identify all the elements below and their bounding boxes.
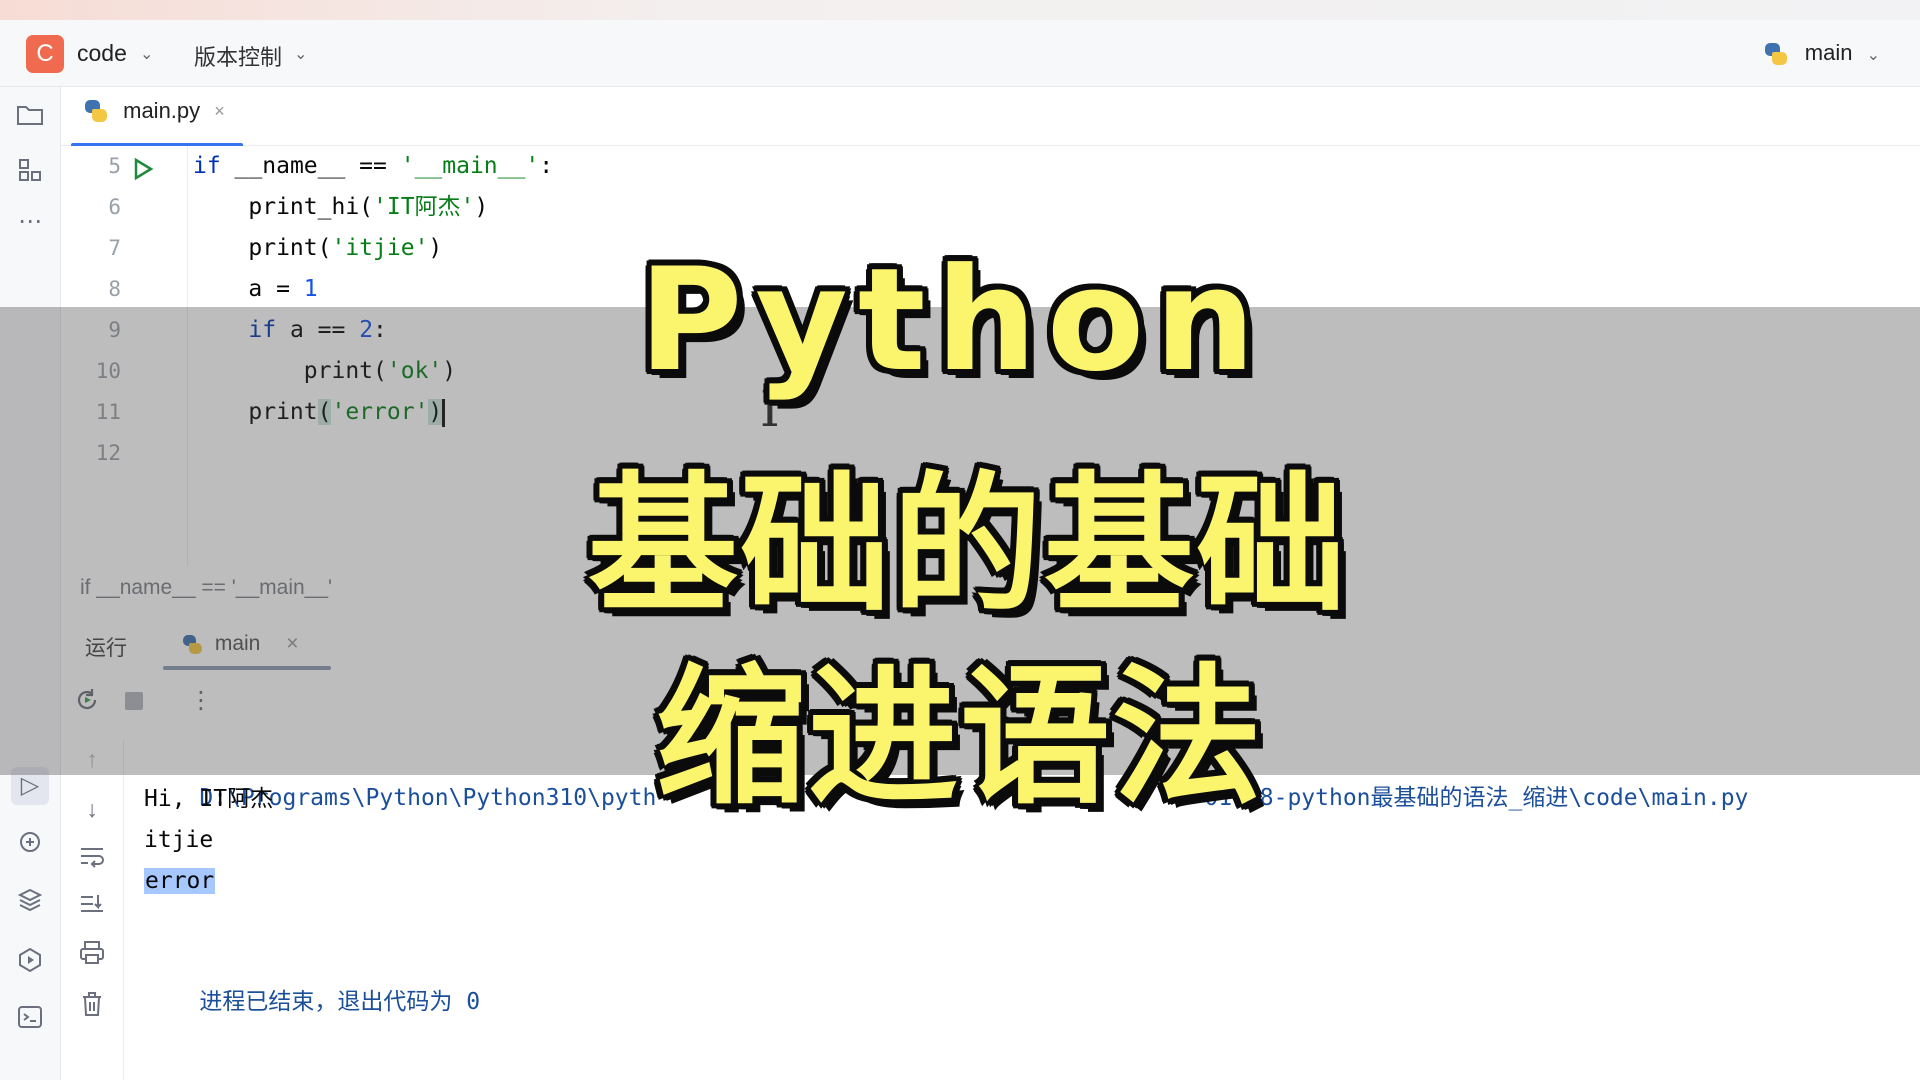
chevron-down-icon[interactable]: ⌄ xyxy=(1867,47,1880,64)
line-number: 5 xyxy=(108,154,121,178)
print-icon[interactable] xyxy=(77,940,107,970)
folder-icon[interactable] xyxy=(15,103,45,133)
run-config-selector[interactable]: main ⌄ xyxy=(1763,40,1880,67)
services-icon[interactable] xyxy=(15,947,45,977)
exit-code: 0 xyxy=(466,989,481,1015)
banner-title-line2: 基础的基础 xyxy=(587,459,1348,633)
banner-title-line3: 缩进语法 xyxy=(655,651,1264,825)
tab-label: main.py xyxy=(123,98,201,124)
code-line[interactable]: 6 print_hi('IT阿杰') xyxy=(61,187,1920,227)
project-icon[interactable]: C xyxy=(26,35,64,73)
python-icon xyxy=(1763,41,1789,67)
console-exit-line: 进程已结束，退出代码为 0 xyxy=(144,942,480,1015)
python-file-icon xyxy=(83,98,109,124)
tab-main-py[interactable]: main.py × xyxy=(71,97,243,147)
console-output-line-selected: error xyxy=(144,861,216,901)
title-bar: C code ⌄ 版本控制 ⌄ main ⌄ xyxy=(0,20,1920,87)
structure-icon[interactable] xyxy=(15,157,45,187)
run-config-label: main xyxy=(1804,40,1853,65)
project-name[interactable]: code xyxy=(77,40,127,67)
window-top-strip xyxy=(0,0,1920,20)
chevron-down-icon[interactable]: ⌄ xyxy=(294,44,307,64)
trash-icon[interactable] xyxy=(77,990,107,1020)
close-icon[interactable]: × xyxy=(214,101,225,121)
selected-text: error xyxy=(144,868,216,894)
layers-icon[interactable] xyxy=(15,887,45,917)
editor-tab-bar: main.py × xyxy=(61,87,1920,147)
python-console-icon[interactable] xyxy=(15,829,45,859)
exit-message: 进程已结束，退出代码为 xyxy=(199,989,467,1015)
soft-wrap-icon[interactable] xyxy=(77,844,107,874)
banner-title-line1: Python xyxy=(638,238,1266,403)
line-number: 6 xyxy=(108,195,121,219)
scroll-to-end-icon[interactable] xyxy=(77,892,107,922)
terminal-icon[interactable] xyxy=(15,1005,45,1035)
chevron-down-icon[interactable]: ⌄ xyxy=(140,44,153,64)
code-line[interactable]: 5 if __name__ == '__main__': xyxy=(61,146,1920,186)
vcs-menu[interactable]: 版本控制 xyxy=(194,40,282,72)
more-icon[interactable]: ⋯ xyxy=(15,207,45,237)
